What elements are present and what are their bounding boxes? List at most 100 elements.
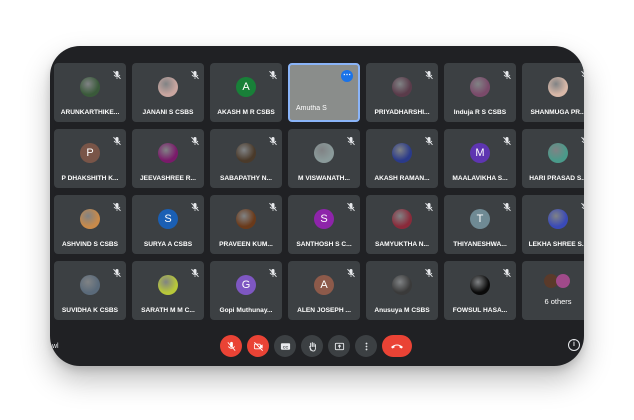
participant-name: JEEVASHREE R... [140, 175, 196, 182]
svg-text:CC: CC [282, 345, 288, 349]
end-call-button[interactable] [382, 335, 412, 357]
participant-name: ARUNKARTHIKE... [60, 109, 120, 116]
participant-tile[interactable]: M MAALAVIKHA S... [444, 129, 516, 188]
more-vert-icon [361, 341, 372, 352]
mic-off-icon [112, 199, 122, 212]
participant-tile[interactable]: SARATH M M C... [132, 261, 204, 320]
captions-icon: CC [280, 341, 291, 352]
participant-tile[interactable]: P P DHAKSHITH K... [54, 129, 126, 188]
participant-tile[interactable]: G Gopi Muthunay... [210, 261, 282, 320]
avatar-initial: M [470, 143, 490, 163]
avatar-photo [548, 77, 568, 97]
participant-tile[interactable]: SAMYUKTHA N... [366, 195, 438, 254]
mic-off-button[interactable] [220, 335, 242, 357]
mic-off-icon [424, 265, 434, 278]
mic-off-icon [346, 199, 356, 212]
phone-hangup-icon [390, 342, 404, 350]
participant-tile[interactable]: A AKASH M R CSBS [210, 63, 282, 122]
participant-tile[interactable]: ⋯ Amutha S [288, 63, 360, 122]
mic-off-icon [112, 265, 122, 278]
avatar-photo [80, 77, 100, 97]
participant-tile[interactable]: ASHVIND S CSBS [54, 195, 126, 254]
meeting-code: wl [52, 343, 59, 350]
avatar-photo [392, 275, 412, 295]
raise-hand-button[interactable] [301, 335, 323, 357]
participant-tile[interactable]: PRAVEEN KUM... [210, 195, 282, 254]
mic-off-icon [580, 67, 584, 77]
mic-off-icon [190, 133, 200, 146]
participant-tile[interactable]: PRIYADHARSHI... [366, 63, 438, 122]
mic-off-icon [580, 133, 584, 143]
participant-name: MAALAVIKHA S... [452, 175, 508, 182]
participant-tile[interactable]: AKASH RAMAN... [366, 129, 438, 188]
participant-name: AKASH M R CSBS [217, 109, 275, 116]
avatar-initial: S [314, 209, 334, 229]
more-options-icon[interactable]: ⋯ [341, 70, 353, 82]
avatar-photo [158, 275, 178, 295]
avatar-photo [236, 209, 256, 229]
participant-tile[interactable]: Indujа R S CSBS [444, 63, 516, 122]
participant-name: Indujа R S CSBS [453, 109, 507, 116]
avatar-photo [80, 275, 100, 295]
avatar-initial: T [470, 209, 490, 229]
mic-off-icon [112, 133, 122, 146]
meet-window: ARUNKARTHIKE... JANANI S CSBS A AKASH M R C… [50, 46, 584, 366]
participant-name: AKASH RAMAN... [374, 175, 430, 182]
participant-tile[interactable]: SHANMUGA PR... [522, 63, 584, 122]
participant-tile[interactable]: S SANTHOSH S C... [288, 195, 360, 254]
participant-name: SARATH M M C... [141, 307, 195, 314]
participant-tile[interactable]: HARI PRASAD S... [522, 129, 584, 188]
captions-button[interactable]: CC [274, 335, 296, 357]
mic-off-icon [190, 199, 200, 212]
participant-name: ASHVIND S CSBS [61, 241, 119, 248]
participant-tile[interactable]: ARUNKARTHIKE... [54, 63, 126, 122]
participant-tile[interactable]: FOWSUL HASA... [444, 261, 516, 320]
avatar-photo [548, 209, 568, 229]
present-button[interactable] [328, 335, 350, 357]
avatar-initial: A [314, 275, 334, 295]
mic-off-icon [502, 67, 512, 80]
avatar-photo [392, 209, 412, 229]
participant-tile[interactable]: A ALEN JOSEPH ... [288, 261, 360, 320]
participant-name: THIYANESHWA... [453, 241, 507, 248]
control-bar: wl CC i [50, 326, 584, 366]
participant-tile[interactable]: S SURYA A CSBS [132, 195, 204, 254]
mic-off-icon [268, 199, 278, 212]
participant-tile[interactable]: JANANI S CSBS [132, 63, 204, 122]
avatar-photo [80, 209, 100, 229]
participant-tile[interactable]: T THIYANESHWA... [444, 195, 516, 254]
camera-off-icon [253, 341, 264, 352]
participant-tile[interactable]: JEEVASHREE R... [132, 129, 204, 188]
participant-name: Amutha S [296, 105, 327, 112]
participant-tile[interactable]: M VISWANATH... [288, 129, 360, 188]
others-avatar-2 [556, 274, 570, 288]
mic-off-icon [502, 133, 512, 146]
mic-off-icon [424, 67, 434, 80]
camera-off-button[interactable] [247, 335, 269, 357]
mic-off-icon [346, 133, 356, 146]
avatar-photo [392, 143, 412, 163]
more-options-button[interactable] [355, 335, 377, 357]
participant-name: JANANI S CSBS [142, 109, 194, 116]
participant-tile[interactable]: SUVIDHA K CSBS [54, 261, 126, 320]
participant-tile[interactable]: SABAPATHY N... [210, 129, 282, 188]
others-label: 6 others [544, 297, 572, 306]
mic-off-icon [112, 67, 122, 80]
participant-name: PRAVEEN KUM... [219, 241, 273, 248]
mic-off-icon [502, 265, 512, 278]
mic-off-icon [424, 133, 434, 146]
participant-tile[interactable]: Anusuya M CSBS [366, 261, 438, 320]
participant-name: SUVIDHA K CSBS [61, 307, 119, 314]
avatar-photo [392, 77, 412, 97]
avatar-photo [314, 143, 334, 163]
participant-tile[interactable]: LEKHA SHREE S... [522, 195, 584, 254]
participant-name: SANTHOSH S C... [296, 241, 352, 248]
mic-off-icon [190, 265, 200, 278]
others-tile[interactable]: 6 others [522, 261, 584, 320]
info-icon[interactable]: i [568, 339, 580, 351]
mic-off-icon [226, 341, 237, 352]
avatar-photo [470, 77, 490, 97]
participant-name: Anusuya M CSBS [374, 307, 430, 314]
mic-off-icon [580, 199, 584, 209]
participant-grid: ARUNKARTHIKE... JANANI S CSBS A AKASH M R C… [50, 46, 584, 326]
